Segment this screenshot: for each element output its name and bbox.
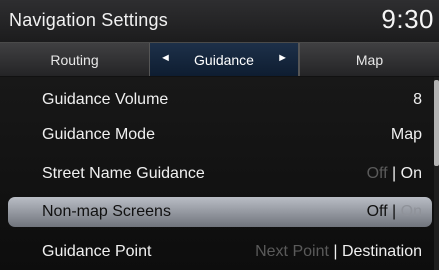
- setting-label: Guidance Volume: [42, 91, 169, 108]
- option-separator: |: [387, 165, 401, 182]
- option-off: Off: [366, 203, 388, 220]
- setting-guidance-volume[interactable]: Guidance Volume 8: [8, 85, 432, 115]
- settings-tabs: Routing ◄ Guidance ► Map: [0, 43, 439, 76]
- option-separator: |: [328, 243, 342, 260]
- setting-guidance-point[interactable]: Guidance Point Next Point | Destination: [8, 237, 432, 267]
- option-on: On: [400, 203, 422, 220]
- tab-guidance[interactable]: ◄ Guidance ►: [150, 43, 299, 76]
- clock: 9:30: [381, 4, 434, 34]
- setting-label: Non-map Screens: [42, 203, 171, 220]
- navigation-settings-screen: Navigation Settings 9:30 Routing ◄ Guida…: [0, 0, 439, 270]
- setting-label: Street Name Guidance: [42, 165, 205, 182]
- option-next-point: Next Point: [255, 243, 329, 260]
- setting-value: Map: [390, 126, 422, 143]
- setting-value: 8: [413, 91, 422, 108]
- setting-non-map-screens[interactable]: Non-map Screens Off | On: [8, 197, 432, 227]
- tab-map[interactable]: Map: [299, 43, 439, 76]
- option-off: Off: [366, 165, 388, 182]
- tab-guidance-label: Guidance: [194, 51, 254, 68]
- setting-label: Guidance Point: [42, 243, 152, 260]
- option-destination: Destination: [341, 243, 422, 260]
- page-title: Navigation Settings: [9, 10, 168, 30]
- setting-toggle: Next Point | Destination: [255, 243, 422, 261]
- previous-tab-arrow-icon[interactable]: ◄: [160, 52, 171, 64]
- tab-routing[interactable]: Routing: [0, 43, 150, 76]
- setting-guidance-mode[interactable]: Guidance Mode Map: [8, 120, 432, 150]
- option-separator: |: [387, 203, 401, 220]
- settings-list: Guidance Volume 8 Guidance Mode Map Stre…: [0, 77, 439, 270]
- option-on: On: [400, 165, 422, 182]
- scrollbar-thumb[interactable]: [434, 80, 439, 166]
- next-tab-arrow-icon[interactable]: ►: [277, 52, 288, 64]
- setting-toggle: Off | On: [367, 165, 422, 183]
- setting-toggle: Off | On: [367, 203, 422, 221]
- setting-label: Guidance Mode: [42, 126, 155, 143]
- setting-street-name-guidance[interactable]: Street Name Guidance Off | On: [8, 159, 432, 189]
- title-bar: Navigation Settings 9:30: [0, 0, 439, 43]
